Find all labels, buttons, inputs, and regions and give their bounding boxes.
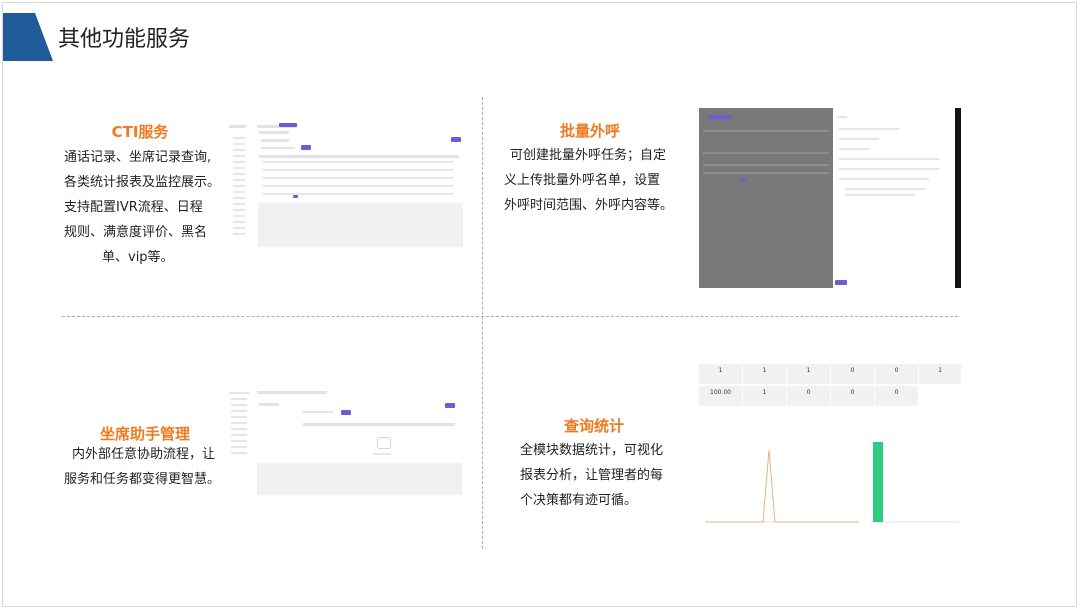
line-chart-thumbnail — [699, 414, 861, 534]
batch-title: 批量外呼 — [559, 122, 620, 140]
page-title: 其他功能服务 — [58, 27, 191, 52]
bar-chart-thumbnail — [865, 414, 961, 534]
agent-screenshot — [229, 389, 462, 495]
header-flag-icon — [3, 13, 53, 61]
stat-card-value: 0 — [894, 367, 899, 374]
stat-card-value: 0 — [806, 389, 811, 396]
batch-screenshot — [699, 108, 961, 288]
stat-card-value: 1 — [762, 389, 767, 396]
stat-card-value: 0 — [850, 367, 855, 374]
stats-screenshot: 1 1 1 0 0 1 100.00 1 0 0 0 — [699, 364, 961, 534]
stat-card-value: 100.00 — [710, 389, 731, 396]
stat-card-value: 0 — [894, 389, 899, 396]
stat-card-value: 1 — [718, 367, 723, 374]
stats-title: 查询统计 — [563, 417, 624, 435]
cti-description: 通话记录、坐席记录查询, 各类统计报表及监控展示。 支持配置IVR流程、日程 规… — [64, 150, 221, 265]
stat-card-value: 0 — [850, 389, 855, 396]
stat-card-value: 1 — [938, 367, 942, 374]
horizontal-divider — [62, 316, 958, 317]
vertical-divider — [482, 97, 483, 549]
cti-screenshot — [229, 123, 463, 247]
agent-description: 内外部任意协助流程，让 服务和任务都变得更智慧。 — [64, 447, 221, 487]
stats-description: 全模块数据统计，可视化 报表分析，让管理者的每 个决策都有迹可循。 — [520, 443, 664, 508]
cti-title: CTI服务 — [111, 123, 169, 141]
stat-card-value: 1 — [762, 367, 767, 374]
stat-card-value: 1 — [806, 367, 811, 374]
agent-title: 坐席助手管理 — [99, 425, 190, 443]
batch-description: 可创建批量外呼任务；自定 义上传批量外呼名单，设置 外呼时间范围、外呼内容等。 — [504, 148, 674, 213]
